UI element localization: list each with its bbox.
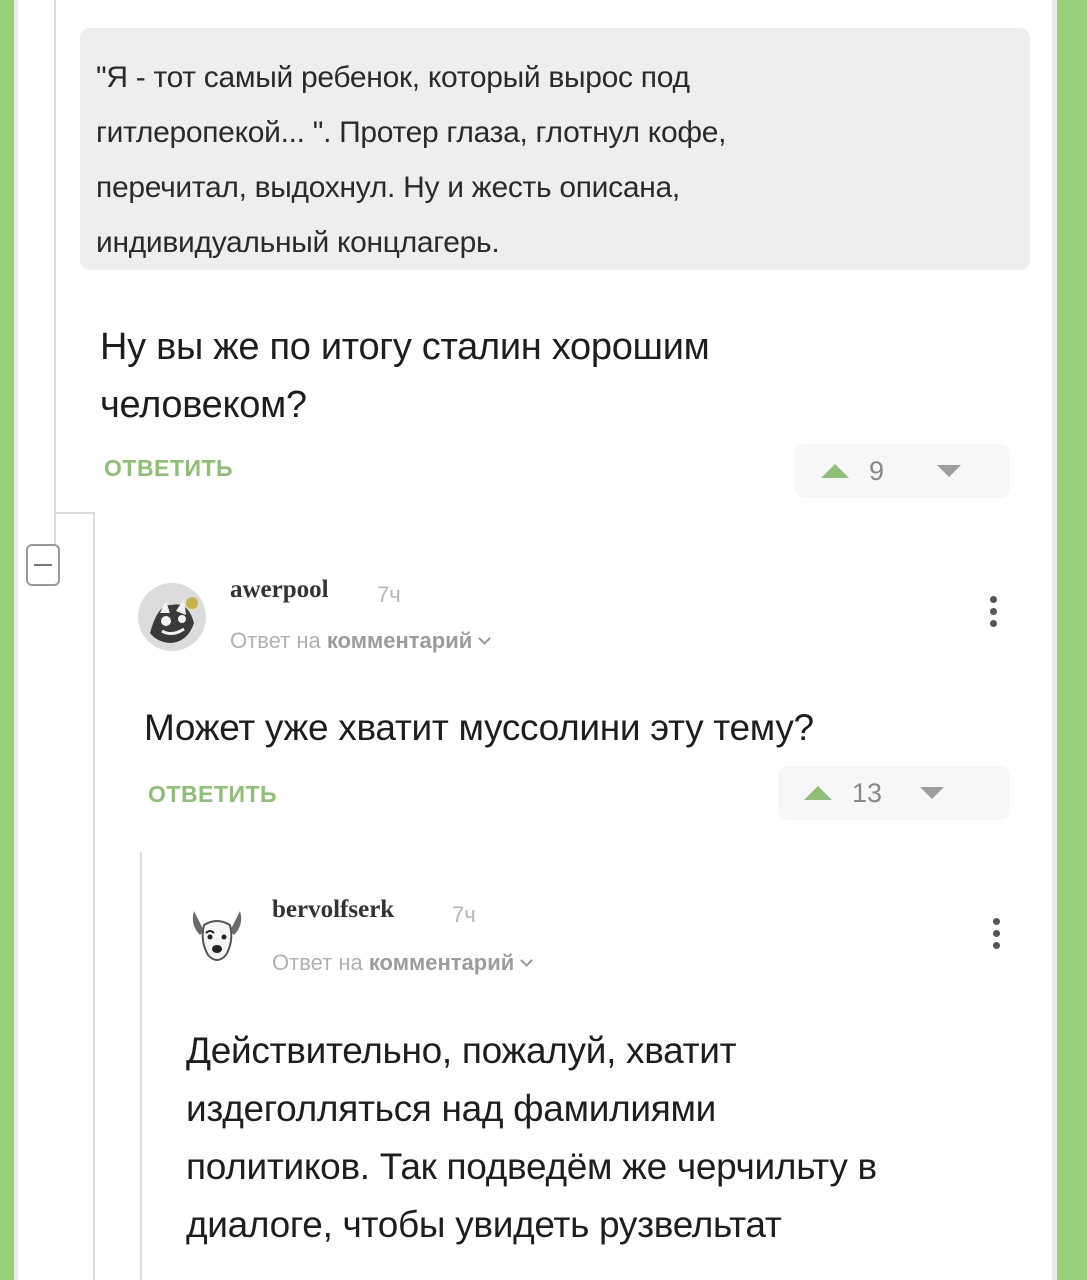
comment-body: Ну вы же по итогу сталин хорошим человек… [100, 326, 710, 426]
right-green-stripe [1057, 0, 1087, 1280]
chevron-down-icon [478, 632, 492, 645]
rating-control: 9 [795, 444, 1010, 498]
reply-to-comment-link[interactable]: Ответ на комментарий [272, 950, 534, 976]
rating-count: 13 [852, 777, 883, 808]
quote-text: "Я - тот самый ребенок, который вырос по… [96, 61, 727, 259]
thread-line-level1 [93, 512, 95, 1280]
thread-line-level2 [140, 852, 142, 1280]
username[interactable]: bervolfserk [272, 896, 394, 924]
rating-count: 9 [869, 455, 885, 486]
dog-avatar-icon [192, 911, 242, 961]
reply-to-target: комментарий [326, 628, 473, 653]
collapse-thread-button[interactable] [26, 544, 60, 586]
comment-time: 7ч [452, 902, 476, 927]
more-options-icon[interactable] [989, 596, 999, 632]
minus-icon [34, 564, 52, 566]
comment-body: Действительно, пожалуй, хватит издеголля… [186, 1030, 877, 1245]
reply-to-target: комментарий [368, 950, 515, 975]
upvote-icon[interactable] [804, 786, 832, 800]
left-green-stripe [0, 0, 14, 1280]
reply-button[interactable]: ОТВЕТИТЬ [148, 781, 277, 808]
comment-body: Может уже хватит муссолини эту тему? [144, 707, 814, 748]
left-page-border [14, 0, 18, 1280]
reply-to-prefix: Ответ на [272, 950, 369, 975]
avatar-image-icon [138, 583, 206, 651]
downvote-icon[interactable] [920, 787, 944, 799]
thread-line-root [54, 0, 56, 546]
username[interactable]: awerpool [230, 576, 329, 604]
reply-to-prefix: Ответ на [230, 628, 327, 653]
avatar[interactable] [188, 905, 246, 967]
downvote-icon[interactable] [937, 465, 961, 477]
upvote-icon[interactable] [821, 464, 849, 478]
rating-control: 13 [778, 766, 1010, 820]
more-options-icon[interactable] [992, 918, 1002, 954]
reply-to-comment-link[interactable]: Ответ на комментарий [230, 628, 492, 654]
thread-line-connector [54, 512, 94, 514]
avatar[interactable] [138, 583, 206, 651]
chevron-down-icon [520, 954, 534, 967]
comment-time: 7ч [377, 582, 401, 607]
quoted-text-block: "Я - тот самый ребенок, который вырос по… [80, 28, 1030, 270]
reply-button[interactable]: ОТВЕТИТЬ [104, 455, 233, 482]
